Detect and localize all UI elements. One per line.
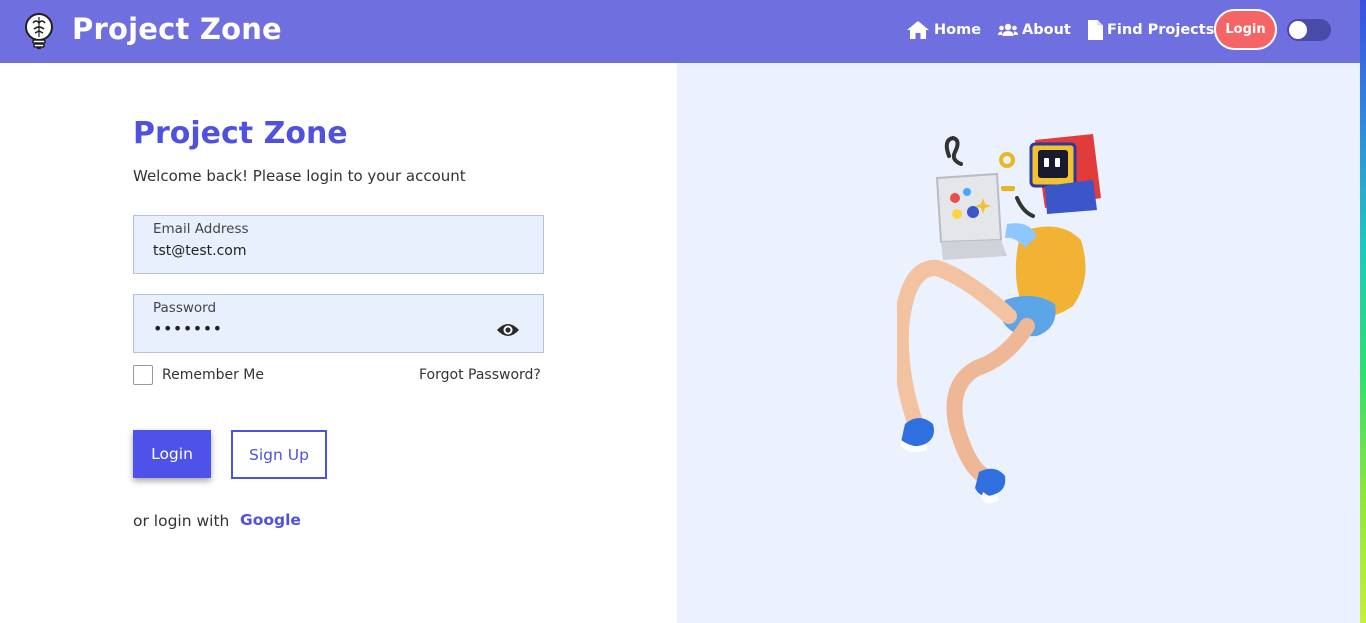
password-label: Password bbox=[153, 300, 217, 316]
illustration-panel bbox=[677, 63, 1360, 623]
toggle-knob bbox=[1289, 21, 1307, 39]
nav-login-button[interactable]: Login bbox=[1214, 9, 1277, 50]
users-icon bbox=[998, 23, 1018, 36]
email-field[interactable]: Email Address tst@test.com bbox=[133, 215, 544, 274]
brand-title: Project Zone bbox=[72, 12, 282, 46]
remember-me-checkbox[interactable] bbox=[133, 365, 153, 385]
form-title: Project Zone bbox=[133, 116, 348, 151]
scrollbar[interactable] bbox=[1360, 0, 1366, 623]
remember-me[interactable]: Remember Me bbox=[133, 365, 264, 385]
google-login-link[interactable]: Google bbox=[240, 511, 301, 529]
lightbulb-icon bbox=[25, 13, 53, 49]
signup-button[interactable]: Sign Up bbox=[231, 430, 327, 479]
email-input[interactable]: tst@test.com bbox=[153, 243, 247, 259]
character-with-laptop-illustration bbox=[897, 134, 1101, 504]
nav-home-link[interactable]: Home bbox=[906, 17, 981, 43]
nav-home-label: Home bbox=[934, 22, 982, 38]
home-icon bbox=[907, 21, 929, 39]
eye-icon[interactable] bbox=[496, 322, 520, 338]
navbar: Project Zone Home About Find Projects Lo… bbox=[0, 0, 1366, 63]
nav-find-projects-label: Find Projects bbox=[1107, 22, 1215, 38]
theme-toggle[interactable] bbox=[1287, 19, 1331, 41]
nav-find-projects-link[interactable]: Find Projects bbox=[1088, 17, 1214, 43]
or-login-with-text: or login with bbox=[133, 512, 230, 530]
nav-about-link[interactable]: About bbox=[998, 17, 1071, 43]
file-icon bbox=[1088, 20, 1103, 40]
nav-about-label: About bbox=[1022, 22, 1071, 38]
login-button[interactable]: Login bbox=[133, 430, 211, 478]
forgot-password-link[interactable]: Forgot Password? bbox=[419, 367, 541, 383]
password-input[interactable]: ••••••• bbox=[153, 319, 223, 338]
password-field[interactable]: Password ••••••• bbox=[133, 294, 544, 353]
email-label: Email Address bbox=[153, 221, 249, 237]
brand[interactable]: Project Zone bbox=[22, 11, 282, 51]
remember-me-label: Remember Me bbox=[162, 367, 264, 383]
form-subtitle: Welcome back! Please login to your accou… bbox=[133, 167, 466, 185]
